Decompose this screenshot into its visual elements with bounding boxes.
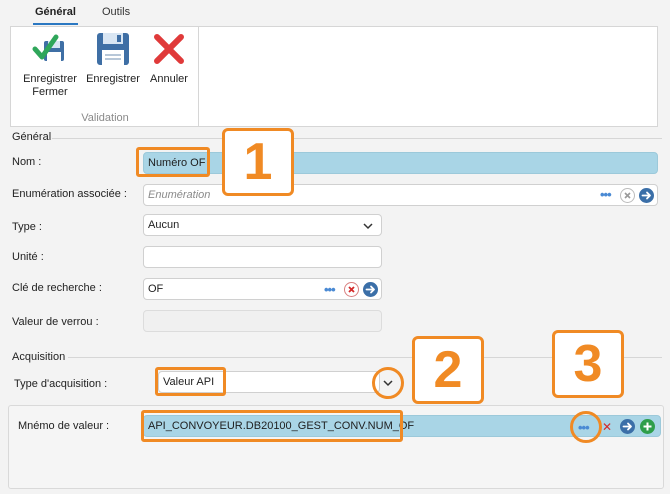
type-label: Type : — [12, 221, 42, 233]
tab-general[interactable]: Général — [33, 6, 78, 25]
annotation-badge-2: 2 — [412, 336, 484, 404]
mnemo-go-icon[interactable] — [620, 419, 635, 434]
general-separator — [52, 138, 662, 139]
type-select[interactable]: Aucun — [143, 214, 382, 236]
validation-group: Enregistrer Fermer Enregistrer Annuler V… — [11, 27, 199, 126]
annotation-outline-acq-type — [155, 367, 226, 396]
name-field[interactable]: Numéro OF — [143, 152, 658, 174]
acquisition-section-title: Acquisition — [12, 351, 66, 363]
enum-browse-icon[interactable]: ••• — [600, 188, 612, 201]
mnemo-add-icon[interactable] — [640, 419, 655, 434]
annotation-ring-dropdown — [372, 367, 404, 399]
ribbon: Enregistrer Fermer Enregistrer Annuler V… — [10, 26, 658, 127]
save-check-icon — [32, 34, 64, 61]
save-label: Enregistrer — [86, 73, 140, 85]
annotation-badge-1: 1 — [222, 128, 294, 196]
enum-field[interactable]: Enumération — [143, 184, 658, 206]
unit-field[interactable] — [143, 246, 382, 268]
floppy-disk-icon — [97, 33, 129, 65]
key-go-icon[interactable] — [363, 282, 378, 297]
type-chevron-down-icon[interactable] — [362, 220, 374, 232]
unit-label: Unité : — [12, 251, 44, 263]
cancel-label: Annuler — [150, 73, 188, 85]
enum-go-icon[interactable] — [639, 188, 654, 203]
key-browse-icon[interactable]: ••• — [324, 283, 336, 296]
annotation-badge-3: 3 — [552, 330, 624, 398]
name-label: Nom : — [12, 156, 42, 168]
ribbon-tabs: Général Outils — [0, 0, 670, 26]
enum-clear-icon[interactable] — [620, 188, 635, 203]
general-section-title: Général — [12, 131, 52, 143]
key-label: Clé de recherche : — [12, 282, 102, 294]
red-x-icon — [154, 34, 184, 64]
save-close-button[interactable]: Enregistrer Fermer — [13, 31, 87, 99]
annotation-ring-browse — [570, 411, 602, 443]
cancel-button[interactable]: Annuler — [143, 31, 195, 86]
annotation-outline-mnemo — [141, 410, 403, 442]
annotation-outline-name — [136, 147, 210, 177]
tab-tools[interactable]: Outils — [102, 6, 130, 18]
mnemo-label: Mnémo de valeur : — [18, 420, 110, 432]
key-clear-icon[interactable] — [344, 282, 359, 297]
acq-type-label: Type d'acquisition : — [14, 378, 108, 390]
save-button[interactable]: Enregistrer — [83, 31, 143, 86]
lock-field — [143, 310, 382, 332]
validation-group-label: Validation — [81, 112, 129, 124]
enum-placeholder: Enumération — [148, 189, 211, 201]
enum-label: Enumération associée : — [12, 188, 127, 200]
save-close-label: Enregistrer Fermer — [23, 73, 77, 98]
lock-label: Valeur de verrou : — [12, 316, 99, 328]
mnemo-clear-icon[interactable]: ✕ — [602, 421, 612, 433]
